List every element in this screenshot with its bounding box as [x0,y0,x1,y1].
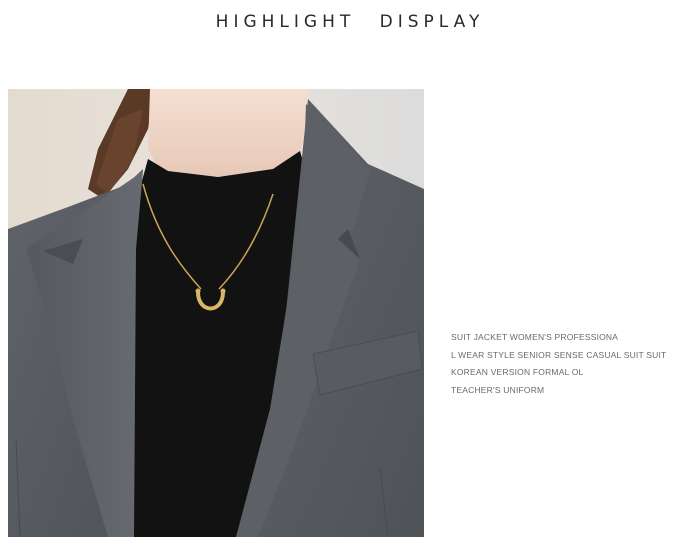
description-line: TEACHER'S UNIFORM [451,384,545,395]
description-line: KOREAN VERSION FORMAL OL [451,367,584,377]
product-description: SUIT JACKET WOMEN'S PROFESSIONA L WEAR S… [451,329,691,399]
description-line: L WEAR STYLE SENIOR SENSE CASUAL SUIT SU… [451,349,667,360]
page-heading: HIGHLIGHT DISPLAY [215,12,485,32]
description-line: SUIT JACKET WOMEN'S PROFESSIONA [451,332,619,342]
product-photo [8,89,424,537]
